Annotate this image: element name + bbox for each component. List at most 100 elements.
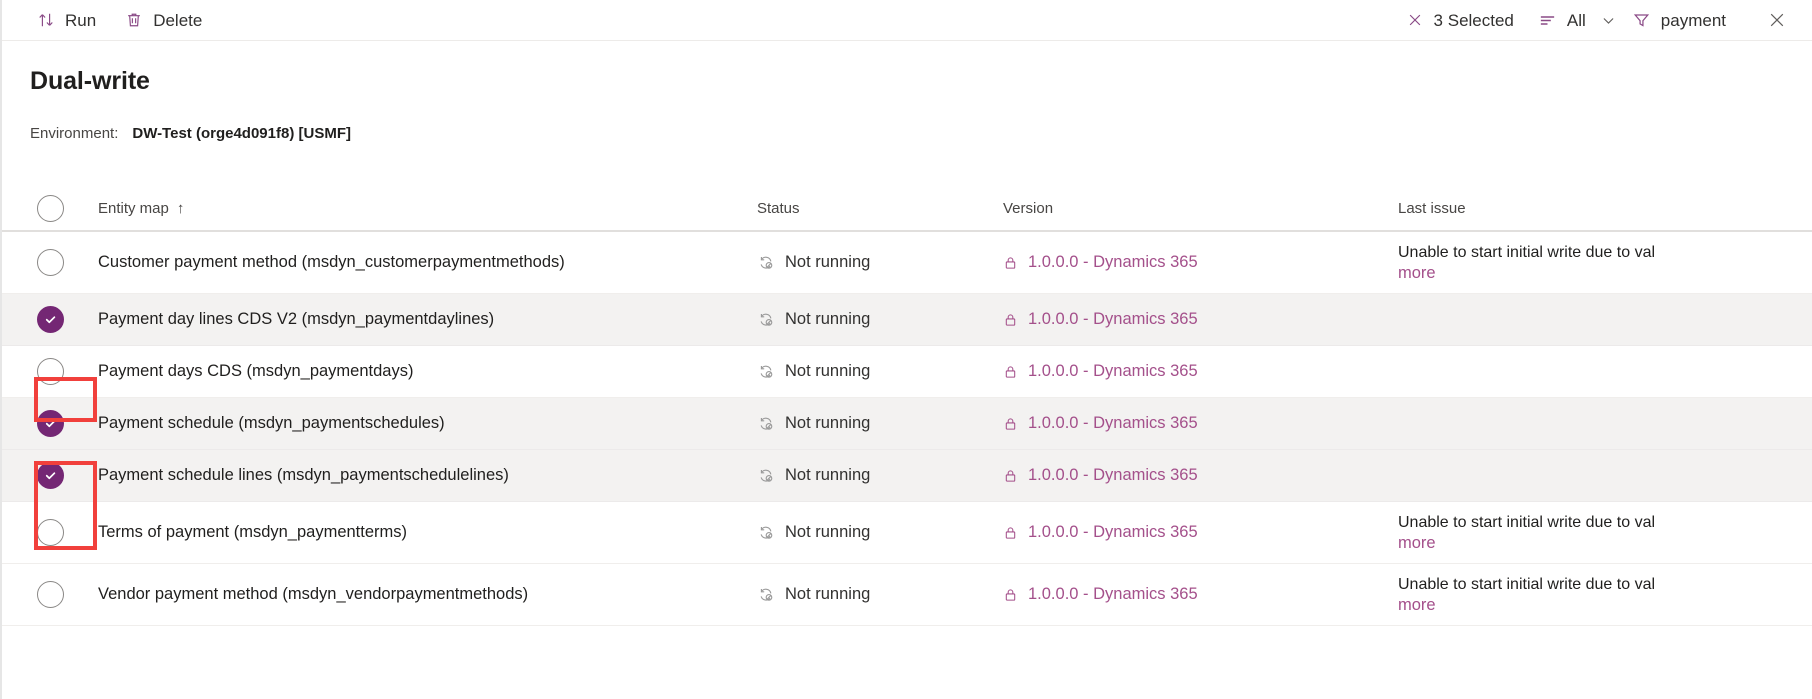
last-issue-more-link[interactable]: more — [1398, 534, 1802, 553]
row-select-cell — [2, 564, 98, 625]
selected-count-button[interactable]: 3 Selected — [1393, 3, 1526, 37]
column-header-last-issue[interactable]: Last issue — [1398, 200, 1812, 217]
entity-map-name: Payment schedule (msdyn_paymentschedules… — [98, 414, 445, 432]
entity-map-name: Payment day lines CDS V2 (msdyn_paymentd… — [98, 310, 494, 328]
status-cell-wrapper: Not running — [757, 585, 1003, 604]
table-header-row: Entity map ↑ Status Version Last issue — [2, 186, 1812, 232]
row-checkbox-unchecked[interactable] — [37, 249, 64, 276]
entity-map-name: Vendor payment method (msdyn_vendorpayme… — [98, 585, 528, 603]
row-select-cell — [2, 232, 98, 293]
entity-map-name-cell: Customer payment method (msdyn_customerp… — [98, 253, 757, 273]
row-checkbox-unchecked[interactable] — [37, 358, 64, 385]
lock-icon — [1003, 363, 1019, 380]
row-checkbox-checked[interactable] — [37, 410, 64, 437]
entity-map-table: Entity map ↑ Status Version Last issue C… — [2, 186, 1812, 626]
version-link[interactable]: 1.0.0.0 - Dynamics 365 — [1028, 362, 1198, 381]
environment-label: Environment: — [30, 125, 118, 142]
search-filter-button[interactable]: payment — [1620, 3, 1738, 37]
lock-icon — [1003, 524, 1019, 541]
status-cell-wrapper: Not running — [757, 466, 1003, 485]
status-text: Not running — [785, 414, 870, 433]
version-link[interactable]: 1.0.0.0 - Dynamics 365 — [1028, 585, 1198, 604]
search-term-text: payment — [1661, 12, 1726, 29]
last-issue-more-link[interactable]: more — [1398, 596, 1802, 615]
dual-write-page: Run Delete — [0, 0, 1812, 699]
page-title: Dual-write — [30, 67, 1812, 96]
table-row[interactable]: Payment days CDS (msdyn_paymentdays) Not … — [2, 346, 1812, 398]
sync-disabled-icon — [757, 414, 776, 433]
version-cell: 1.0.0.0 - Dynamics 365 — [1003, 362, 1398, 381]
sync-disabled-icon — [757, 523, 776, 542]
version-cell-wrapper: 1.0.0.0 - Dynamics 365 — [1003, 362, 1398, 381]
status-cell-wrapper: Not running — [757, 414, 1003, 433]
table-row[interactable]: Customer payment method (msdyn_customerp… — [2, 232, 1812, 294]
column-header-entity-map-label: Entity map — [98, 200, 169, 217]
version-link[interactable]: 1.0.0.0 - Dynamics 365 — [1028, 310, 1198, 329]
column-header-version[interactable]: Version — [1003, 200, 1398, 217]
entity-map-name-cell: Terms of payment (msdyn_paymentterms) — [98, 523, 757, 543]
status-cell: Not running — [757, 523, 1003, 542]
sort-ascending-icon: ↑ — [177, 200, 185, 217]
sync-disabled-icon — [757, 466, 776, 485]
row-select-cell — [2, 346, 98, 397]
close-panel-icon[interactable] — [1760, 3, 1794, 37]
status-cell-wrapper: Not running — [757, 253, 1003, 272]
table-row[interactable]: Terms of payment (msdyn_paymentterms) Not… — [2, 502, 1812, 564]
command-bar-right-group: 3 Selected All — [1393, 3, 1794, 37]
version-cell: 1.0.0.0 - Dynamics 365 — [1003, 466, 1398, 485]
version-cell-wrapper: 1.0.0.0 - Dynamics 365 — [1003, 466, 1398, 485]
table-row[interactable]: Vendor payment method (msdyn_vendorpayme… — [2, 564, 1812, 626]
version-cell: 1.0.0.0 - Dynamics 365 — [1003, 310, 1398, 329]
version-link[interactable]: 1.0.0.0 - Dynamics 365 — [1028, 253, 1198, 272]
table-row[interactable]: Payment schedule (msdyn_paymentschedules… — [2, 398, 1812, 450]
select-all-checkbox[interactable] — [37, 195, 64, 222]
status-text: Not running — [785, 523, 870, 542]
version-cell: 1.0.0.0 - Dynamics 365 — [1003, 414, 1398, 433]
version-cell-wrapper: 1.0.0.0 - Dynamics 365 — [1003, 523, 1398, 542]
view-filter-label: All — [1567, 12, 1586, 29]
row-checkbox-unchecked[interactable] — [37, 581, 64, 608]
status-text: Not running — [785, 585, 870, 604]
chevron-down-icon[interactable] — [1598, 3, 1620, 37]
entity-map-name-cell: Payment schedule lines (msdyn_paymentsch… — [98, 466, 757, 486]
last-issue-text: Unable to start initial write due to val — [1398, 242, 1802, 264]
environment-value: DW-Test (orge4d091f8) [USMF] — [132, 125, 351, 142]
trash-icon — [124, 10, 144, 30]
version-link[interactable]: 1.0.0.0 - Dynamics 365 — [1028, 466, 1198, 485]
last-issue-cell: Unable to start initial write due to val… — [1398, 574, 1812, 615]
funnel-filter-icon — [1632, 10, 1652, 30]
column-header-status-label: Status — [757, 200, 800, 217]
view-filter-button[interactable]: All — [1526, 3, 1598, 37]
table-row[interactable]: Payment schedule lines (msdyn_paymentsch… — [2, 450, 1812, 502]
row-checkbox-checked[interactable] — [37, 462, 64, 489]
lock-icon — [1003, 467, 1019, 484]
version-link[interactable]: 1.0.0.0 - Dynamics 365 — [1028, 414, 1198, 433]
version-link[interactable]: 1.0.0.0 - Dynamics 365 — [1028, 523, 1198, 542]
status-text: Not running — [785, 362, 870, 381]
version-cell: 1.0.0.0 - Dynamics 365 — [1003, 585, 1398, 604]
version-cell-wrapper: 1.0.0.0 - Dynamics 365 — [1003, 585, 1398, 604]
table-row[interactable]: Payment day lines CDS V2 (msdyn_paymentd… — [2, 294, 1812, 346]
run-button[interactable]: Run — [24, 3, 108, 37]
page-content: Dual-write Environment: DW-Test (orge4d0… — [2, 67, 1812, 626]
status-cell: Not running — [757, 414, 1003, 433]
delete-button[interactable]: Delete — [112, 3, 214, 37]
status-cell: Not running — [757, 466, 1003, 485]
version-cell-wrapper: 1.0.0.0 - Dynamics 365 — [1003, 253, 1398, 272]
last-issue-more-link[interactable]: more — [1398, 264, 1802, 283]
sync-disabled-icon — [757, 253, 776, 272]
table-body: Customer payment method (msdyn_customerp… — [2, 232, 1812, 626]
column-header-status[interactable]: Status — [757, 200, 1003, 217]
version-cell: 1.0.0.0 - Dynamics 365 — [1003, 253, 1398, 272]
row-select-cell — [2, 450, 98, 501]
version-cell-wrapper: 1.0.0.0 - Dynamics 365 — [1003, 414, 1398, 433]
entity-map-name-cell: Payment days CDS (msdyn_paymentdays) — [98, 362, 757, 382]
entity-map-name: Terms of payment (msdyn_paymentterms) — [98, 523, 407, 541]
sort-arrows-icon — [36, 10, 56, 30]
column-header-entity-map[interactable]: Entity map ↑ — [98, 200, 757, 217]
row-select-cell — [2, 502, 98, 563]
lock-icon — [1003, 586, 1019, 603]
column-header-version-label: Version — [1003, 200, 1053, 217]
row-checkbox-checked[interactable] — [37, 306, 64, 333]
row-checkbox-unchecked[interactable] — [37, 519, 64, 546]
